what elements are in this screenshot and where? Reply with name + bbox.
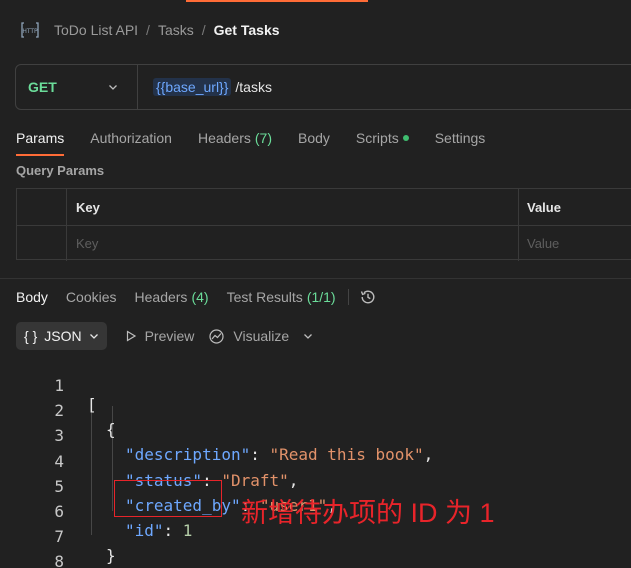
request-tabs: Params Authorization Headers (7) Body Sc… (16, 126, 511, 156)
http-icon: HTTP (20, 21, 40, 39)
json-punctuation: { (106, 420, 116, 440)
section-title: Query Params (16, 163, 105, 178)
tab-label: Scripts (355, 130, 399, 146)
tab-body[interactable]: Body (298, 126, 330, 150)
tab-label: Body (298, 130, 330, 146)
tab-count: (1/1) (306, 289, 336, 305)
tab-count: (7) (254, 130, 272, 146)
request-url-bar: GET {{base_url}} /tasks (15, 64, 631, 110)
tab-label: Params (16, 130, 65, 146)
column-header-key: Key (67, 189, 519, 225)
breadcrumb: HTTP ToDo List API / Tasks / Get Tasks (20, 19, 280, 41)
json-value: "Read this book" (269, 445, 424, 465)
tab-authorization[interactable]: Authorization (90, 126, 172, 150)
json-value: "Draft" (221, 470, 289, 490)
tab-label: Settings (434, 130, 486, 146)
tab-response-body[interactable]: Body (16, 289, 48, 305)
format-select[interactable]: { } JSON (16, 322, 107, 350)
active-tab-indicator (186, 0, 368, 2)
code-line: 6 "id": 1 (0, 483, 192, 540)
method-select[interactable]: GET (16, 65, 138, 109)
table-header-row: Key Value (17, 189, 631, 225)
line-number: 8 (54, 552, 64, 568)
preview-button[interactable]: Preview (125, 328, 195, 344)
json-key: "description" (125, 445, 251, 465)
table-cell (17, 189, 67, 225)
code-line: 2 { (0, 382, 115, 439)
divider (347, 289, 349, 305)
breadcrumb-separator: / (146, 22, 150, 38)
chevron-down-icon (109, 85, 117, 90)
annotation-highlight-box (114, 480, 222, 517)
svg-text:HTTP: HTTP (22, 28, 38, 35)
preview-label: Preview (144, 328, 195, 344)
play-icon (126, 330, 136, 342)
url-path: /tasks (235, 79, 272, 95)
history-icon[interactable] (359, 288, 377, 306)
tab-cookies[interactable]: Cookies (66, 289, 117, 305)
tab-params[interactable]: Params (16, 126, 65, 156)
json-punctuation: } (106, 546, 116, 566)
tab-response-headers[interactable]: Headers (4) (135, 289, 209, 305)
format-label: JSON (44, 328, 82, 344)
tab-label: Headers (197, 130, 251, 146)
json-value: 1 (182, 520, 193, 540)
braces-icon: { } (24, 328, 38, 344)
json-punctuation: [ (87, 395, 97, 414)
visualize-icon (209, 328, 224, 344)
method-label: GET (28, 79, 57, 95)
tab-label: Authorization (90, 130, 172, 146)
tab-scripts[interactable]: Scripts (356, 126, 409, 150)
tab-test-results[interactable]: Test Results (1/1) (227, 289, 336, 305)
tab-label: Test Results (226, 289, 303, 305)
response-toolbar: { } JSON Preview Visualize (16, 322, 313, 350)
request-name[interactable]: Get Tasks (214, 22, 280, 38)
annotation-text: 新增待办项的 ID 为 1 (241, 498, 495, 528)
breadcrumb-separator: / (201, 22, 206, 38)
visualize-label: Visualize (233, 328, 290, 344)
code-line: 8 ] (0, 533, 64, 568)
code-line: 1 [ (0, 357, 96, 414)
table-row: Key Value (17, 225, 631, 261)
column-header-value: Value (527, 199, 561, 215)
tab-label: Headers (134, 289, 188, 305)
tab-headers[interactable]: Headers (7) (198, 126, 272, 150)
breadcrumb-collection[interactable]: ToDo List API (54, 22, 138, 38)
code-line: 4 "status": "Draft", (0, 433, 298, 490)
chevron-down-icon (89, 334, 98, 339)
code-line: 7 } (0, 508, 115, 565)
tab-label: Cookies (65, 289, 117, 305)
code-line: 3 "description": "Read this book", (0, 407, 433, 464)
response-body-code: 1 [ 2 { 3 "description": "Read this book… (0, 357, 433, 568)
tab-settings[interactable]: Settings (435, 126, 486, 150)
indent-guide (91, 400, 92, 535)
tab-label: Body (16, 289, 48, 305)
param-value-input[interactable]: Value (519, 226, 631, 261)
query-params-table: Key Value Key Value (16, 188, 631, 261)
tab-count: (4) (191, 289, 209, 305)
breadcrumb-folder[interactable]: Tasks (158, 22, 194, 38)
response-tabs: Body Cookies Headers (4) Test Results (1… (16, 286, 377, 308)
code-line: 5 "created_by": "user1", (0, 458, 337, 515)
divider (0, 278, 631, 279)
param-key-input[interactable]: Key (67, 226, 519, 261)
visualize-button[interactable]: Visualize (208, 328, 289, 345)
table-cell (17, 226, 67, 261)
status-dot (402, 135, 409, 141)
chevron-down-icon[interactable] (303, 331, 313, 341)
url-variable[interactable]: {{base_url}} (153, 78, 232, 96)
url-input[interactable]: {{base_url}} /tasks (138, 78, 272, 96)
json-key: "id" (125, 520, 164, 540)
